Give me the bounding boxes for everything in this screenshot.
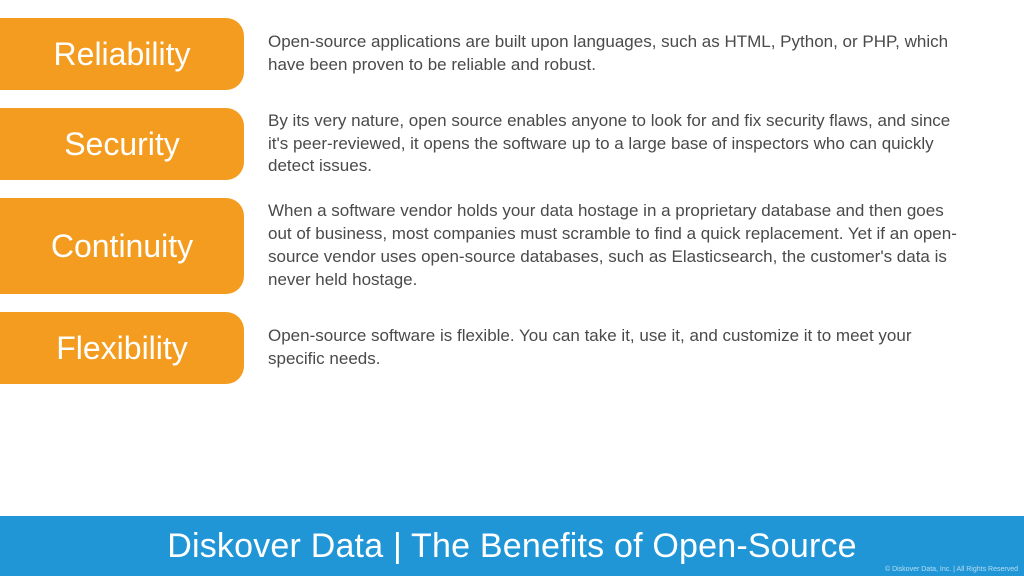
tag-reliability: Reliability: [0, 18, 244, 90]
tag-security: Security: [0, 108, 244, 180]
tag-label: Security: [64, 126, 180, 163]
content-area: Reliability Open-source applications are…: [0, 0, 1024, 402]
item-security: Security By its very nature, open source…: [0, 108, 1024, 180]
tag-flexibility: Flexibility: [0, 312, 244, 384]
footer-title: Diskover Data | The Benefits of Open-Sou…: [167, 527, 857, 566]
tag-label: Flexibility: [56, 330, 188, 367]
footer-bar: Diskover Data | The Benefits of Open-Sou…: [0, 516, 1024, 576]
tag-label: Reliability: [54, 36, 191, 73]
desc-continuity: When a software vendor holds your data h…: [244, 200, 1004, 292]
tag-label: Continuity: [51, 228, 193, 265]
desc-reliability: Open-source applications are built upon …: [244, 31, 1004, 77]
tag-continuity: Continuity: [0, 198, 244, 294]
item-continuity: Continuity When a software vendor holds …: [0, 198, 1024, 294]
desc-flexibility: Open-source software is flexible. You ca…: [244, 325, 1004, 371]
desc-security: By its very nature, open source enables …: [244, 110, 1004, 179]
item-flexibility: Flexibility Open-source software is flex…: [0, 312, 1024, 384]
item-reliability: Reliability Open-source applications are…: [0, 18, 1024, 90]
footer-copyright: © Diskover Data, Inc. | All Rights Reser…: [885, 566, 1018, 573]
